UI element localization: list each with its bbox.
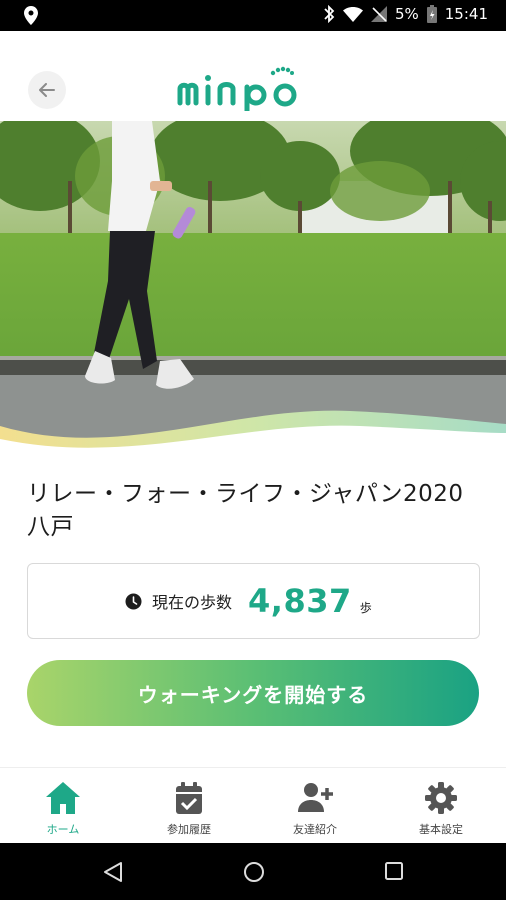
nav-item-history[interactable]: 参加履歴 (126, 768, 252, 844)
event-title: リレー・フォー・ライフ・ジャパン2020八戸 (27, 481, 464, 540)
recents-square-icon[interactable] (384, 861, 404, 881)
no-signal-icon (370, 6, 387, 22)
location-icon (24, 6, 38, 29)
nav-item-invite[interactable]: 友達紹介 (252, 768, 378, 844)
nav-item-settings[interactable]: 基本設定 (378, 768, 504, 844)
add-user-icon (298, 783, 333, 812)
nav-label-settings: 基本設定 (419, 823, 463, 836)
battery-charging-icon (426, 5, 437, 23)
hero-image (0, 121, 506, 453)
home-circle-icon[interactable] (243, 861, 265, 883)
back-triangle-icon[interactable] (103, 861, 123, 883)
bluetooth-icon (323, 5, 335, 23)
home-icon (46, 782, 80, 814)
clock-time: 15:41 (444, 5, 488, 23)
minpo-logo (176, 65, 332, 114)
steps-value: 4,837 (248, 582, 352, 620)
android-nav-bar (0, 843, 506, 900)
back-button[interactable] (28, 71, 66, 109)
nav-label-home: ホーム (46, 823, 80, 836)
start-walking-button[interactable]: ウォーキングを開始する (27, 660, 479, 726)
app-header (0, 31, 506, 121)
status-bar: 5% 15:41 (0, 0, 506, 31)
battery-percent: 5% (394, 5, 419, 23)
bottom-nav: ホーム 参加履歴 友達紹介 基本設定 (0, 767, 506, 844)
nav-label-invite: 友達紹介 (293, 823, 337, 836)
steps-label: 現在の歩数 (152, 593, 233, 612)
calendar-check-icon (176, 782, 202, 814)
gear-icon (425, 782, 457, 814)
steps-unit: 歩 (359, 600, 372, 615)
nav-label-history: 参加履歴 (167, 823, 211, 836)
nav-item-home[interactable]: ホーム (0, 768, 126, 844)
wifi-icon (342, 6, 363, 22)
arrow-left-icon (39, 83, 55, 97)
steps-card: 現在の歩数 4,837 歩 (27, 563, 480, 639)
clock-icon (125, 593, 142, 609)
